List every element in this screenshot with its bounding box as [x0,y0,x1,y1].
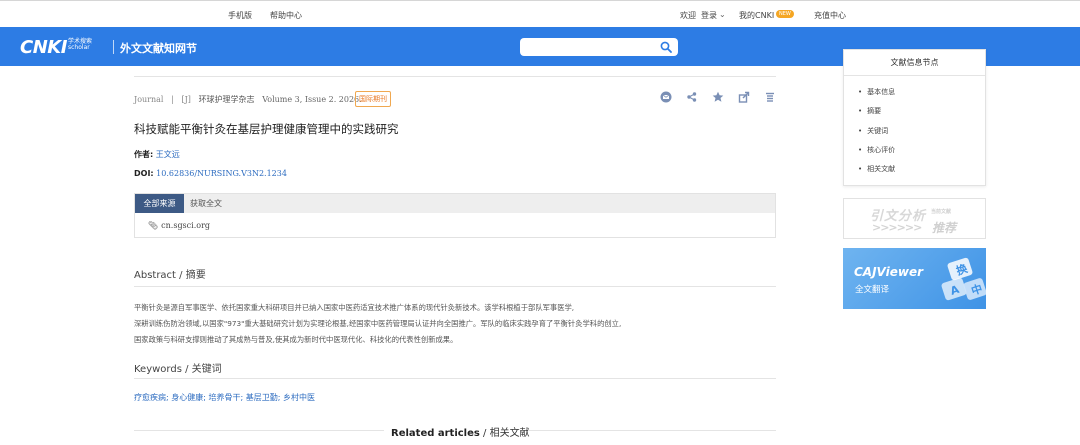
keywords-heading: Keywords / 关键词 [134,364,222,375]
divider [134,378,776,379]
top-nav-bar: 手机版 帮助中心 欢迎 登录 ⌄ 我的CNKI NEW 充值中心 [0,0,1080,27]
article-code: [J] [181,95,191,104]
sidebar-item-keywords[interactable]: 关键词 [858,126,895,145]
tab-get-fulltext[interactable]: 获取全文 [190,194,222,213]
divider [134,76,776,77]
search-icon[interactable] [660,41,672,53]
sidebar-list: 基本信息 摘要 关键词 核心评价 相关文献 [858,87,895,183]
banner-recommend: 推荐 [932,221,957,235]
doi-link[interactable]: 10.62836/NURSING.V3N2.1234 [156,169,287,178]
my-cnki-link[interactable]: 我的CNKI [739,10,774,21]
source-link-row: 📎︎ cn.sgsci.org [148,221,210,230]
related-zh: / 相关文献 [483,428,530,439]
share-icon[interactable] [686,91,698,103]
keywords-list[interactable]: 疗愈疾病; 身心健康; 培养骨干; 基层卫勤; 乡村中医 [134,392,315,403]
logo-divider [113,40,114,54]
mobile-link[interactable]: 手机版 [228,10,252,21]
citation-analysis-banner[interactable]: 引文分析 当前文献 >>>>>> 推荐 [843,198,986,239]
cnki-logo[interactable]: CNKI [20,37,67,58]
doi-row: DOI: 10.62836/NURSING.V3N2.1234 [134,169,287,178]
abstract-line: 国家政策与科研支撑则推动了其成熟与普及,使其成为新时代中医现代化、科技化的代表性… [134,335,458,344]
article-meta: Journal | [J] 环球护理学杂志 Volume 3, Issue 2.… [134,94,362,105]
related-en: Related articles [391,428,480,439]
site-name: 外文文献知网节 [120,42,197,55]
banner-analysis-sub: 当前文献 [931,209,952,215]
source-box: 全部来源 获取全文 📎︎ cn.sgsci.org [134,193,776,238]
author-link[interactable]: 王文远 [156,150,180,159]
tab-all-sources[interactable]: 全部来源 [135,194,184,213]
translate-keys-icon: 换 A 中 [941,257,986,301]
paperclip-icon: 📎︎ [148,221,159,230]
doi-label: DOI: [134,169,154,178]
export-icon[interactable] [738,91,750,103]
sidebar-item-abstract[interactable]: 摘要 [858,106,895,125]
meta-separator: | [171,95,174,104]
new-badge: NEW [776,10,794,18]
sidebar-item-basic-info[interactable]: 基本信息 [858,87,895,106]
sidebar-item-core-eval[interactable]: 核心评价 [858,145,895,164]
email-icon[interactable] [660,91,672,103]
cajviewer-banner[interactable]: 换 A 中 CAJViewer 全文翻译 [843,248,986,309]
help-center-link[interactable]: 帮助中心 [270,10,302,21]
divider [134,286,776,287]
chevron-down-icon[interactable]: ⌄ [719,10,726,19]
abstract-line: 平衡针灸是源自军事医学、依托国家重大科研项目并已纳入国家中医药适宜技术推广体系的… [134,303,575,312]
cajviewer-title: CAJViewer [854,265,924,279]
article-title: 科技赋能平衡针灸在基层护理健康管理中的实践研究 [134,122,399,136]
related-articles-heading: Related articles / 相关文献 [391,424,530,439]
search-box-wrap [520,38,678,56]
intl-journal-badge: 国际期刊 [355,91,391,107]
sidebar-title: 文献信息节点 [844,50,985,76]
logo-sub-bottom: scholar [68,44,90,51]
divider [528,430,776,431]
login-link[interactable]: 登录 [701,10,717,21]
logo-subtitle: 学术搜索 scholar [68,39,92,51]
recharge-link[interactable]: 充值中心 [814,10,846,21]
article-type: Journal [134,95,164,104]
abstract-text: 平衡针灸是源自军事医学、依托国家重大科研项目并已纳入国家中医药适宜技术推广体系的… [134,300,784,348]
abstract-heading: Abstract / 摘要 [134,270,206,281]
sidebar-item-related[interactable]: 相关文献 [858,164,895,183]
banner-arrows: >>>>>> [872,221,922,234]
source-link[interactable]: cn.sgsci.org [161,221,210,230]
cajviewer-sub: 全文翻译 [855,285,890,295]
author-row: 作者: 王文远 [134,149,180,160]
info-node-sidebar: 文献信息节点 基本信息 摘要 关键词 核心评价 相关文献 [843,49,986,186]
abstract-line: 深耕训练伤防治领域,以国家"973"重大基础研究计划为实理论根基,经国家中医药管… [134,319,622,328]
journal-name[interactable]: 环球护理学杂志 [199,95,255,104]
author-label: 作者: [134,150,154,159]
star-icon[interactable] [712,91,724,103]
divider [134,430,384,431]
list-icon[interactable] [764,91,776,103]
source-tabs: 全部来源 获取全文 [135,194,775,213]
welcome-text: 欢迎 [680,11,696,20]
volume-issue: Volume 3, Issue 2. 2026. [262,95,362,104]
